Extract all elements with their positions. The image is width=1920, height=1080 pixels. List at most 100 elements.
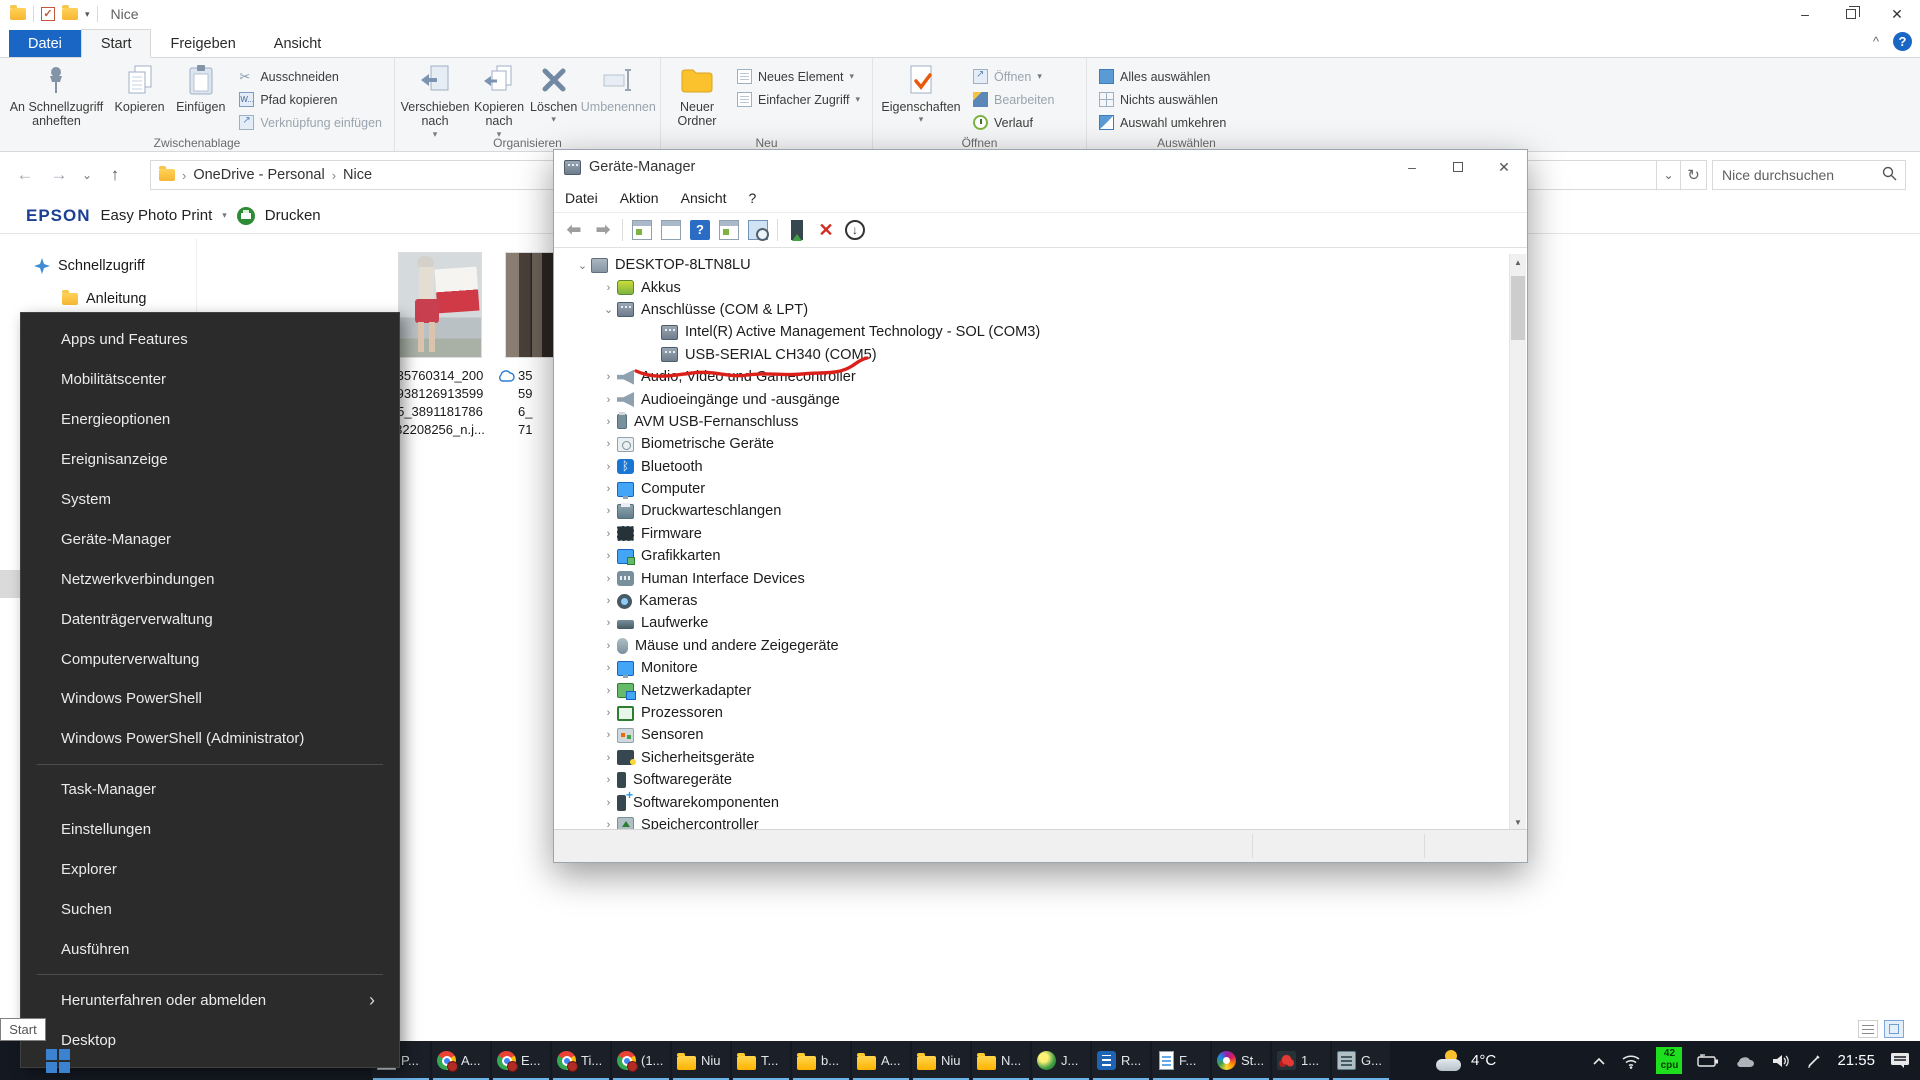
- menu-item[interactable]: [37, 974, 383, 975]
- sidebar-item-quick-access[interactable]: Schnellzugriff: [34, 258, 145, 274]
- select-all-button[interactable]: Alles auswählen: [1099, 67, 1226, 86]
- expand-arrow-icon[interactable]: ›: [600, 595, 617, 607]
- taskbar-button[interactable]: T...: [732, 1041, 790, 1080]
- breadcrumb-item-onedrive[interactable]: OneDrive - Personal: [193, 167, 324, 183]
- device-tree-item[interactable]: › Softwaregeräte: [554, 769, 1509, 791]
- sidebar-item-anleitung[interactable]: Anleitung: [62, 291, 146, 307]
- expand-arrow-icon[interactable]: ›: [600, 282, 617, 294]
- expand-arrow-icon[interactable]: ›: [600, 797, 617, 809]
- menu-item[interactable]: Datenträgerverwaltung: [21, 599, 399, 639]
- history-button[interactable]: Verlauf: [973, 113, 1054, 132]
- expand-arrow-icon[interactable]: ›: [600, 394, 617, 406]
- taskbar-button[interactable]: Niu: [672, 1041, 730, 1080]
- properties-check-icon[interactable]: ✓: [41, 7, 55, 21]
- forward-icon[interactable]: ➡: [593, 220, 613, 240]
- expand-arrow-icon[interactable]: ›: [600, 662, 617, 674]
- menu-item[interactable]: Ereignisanzeige: [21, 440, 399, 480]
- recent-locations-icon[interactable]: ⌄: [76, 168, 98, 182]
- action-center-icon[interactable]: [1890, 1052, 1910, 1069]
- device-tree-item[interactable]: › Biometrische Geräte: [554, 433, 1509, 455]
- device-tree-item[interactable]: › AVM USB-Fernanschluss: [554, 411, 1509, 433]
- expand-arrow-icon[interactable]: ›: [600, 528, 617, 540]
- taskbar-button[interactable]: A...: [432, 1041, 490, 1080]
- close-button[interactable]: ✕: [1874, 0, 1920, 28]
- volume-icon[interactable]: [1771, 1053, 1791, 1069]
- rename-button[interactable]: Umbenennen: [580, 61, 656, 115]
- expand-arrow-icon[interactable]: ›: [600, 729, 617, 741]
- device-tree-item[interactable]: › Laufwerke: [554, 612, 1509, 634]
- print-label[interactable]: Drucken: [265, 207, 321, 224]
- expand-arrow-icon[interactable]: ›: [600, 640, 617, 652]
- maximize-button[interactable]: [1435, 150, 1481, 184]
- menu-ansicht[interactable]: Ansicht: [670, 190, 738, 206]
- tab-file[interactable]: Datei: [9, 30, 81, 57]
- scrollbar[interactable]: ▲ ▼: [1509, 254, 1526, 831]
- expand-arrow-icon[interactable]: ›: [600, 416, 617, 428]
- taskbar-button[interactable]: J...: [1032, 1041, 1090, 1080]
- expand-arrow-icon[interactable]: ›: [600, 707, 617, 719]
- console-tree-icon[interactable]: [632, 220, 652, 240]
- restore-button[interactable]: [1828, 0, 1874, 28]
- taskbar-button[interactable]: A...: [852, 1041, 910, 1080]
- tab-share[interactable]: Freigeben: [151, 30, 254, 57]
- customize-qat-caret-icon[interactable]: ▾: [85, 9, 90, 20]
- expand-arrow-icon[interactable]: ›: [600, 438, 617, 450]
- taskbar-button[interactable]: E...: [492, 1041, 550, 1080]
- menu-item[interactable]: Herunterfahren oder abmelden ›: [21, 980, 399, 1020]
- minimize-button[interactable]: –: [1782, 0, 1828, 28]
- menu-item[interactable]: Task-Manager: [21, 770, 399, 810]
- expand-arrow-icon[interactable]: ⌄: [600, 303, 617, 316]
- expand-arrow-icon[interactable]: ›: [600, 371, 617, 383]
- menu-help[interactable]: ?: [738, 190, 768, 206]
- new-item-button[interactable]: Neues Element ▾: [737, 67, 860, 86]
- new-folder-button[interactable]: Neuer Ordner: [665, 61, 729, 130]
- menu-item[interactable]: Energieoptionen: [21, 400, 399, 440]
- up-icon[interactable]: ↑: [98, 165, 132, 185]
- new-folder-icon[interactable]: [62, 8, 78, 20]
- paste-button[interactable]: Einfügen: [170, 61, 231, 115]
- device-tree-item[interactable]: › Grafikkarten: [554, 545, 1509, 567]
- device-tree-item[interactable]: Intel(R) Active Management Technology - …: [554, 321, 1509, 343]
- open-button[interactable]: Öffnen ▾: [973, 67, 1054, 86]
- forward-icon[interactable]: →: [42, 165, 76, 185]
- uninstall-device-icon[interactable]: ✕: [816, 220, 836, 240]
- taskbar-button[interactable]: R...: [1092, 1041, 1150, 1080]
- expand-arrow-icon[interactable]: ›: [600, 483, 617, 495]
- expand-arrow-icon[interactable]: ›: [600, 685, 617, 697]
- action-pane-icon[interactable]: [719, 220, 739, 240]
- menu-item[interactable]: Suchen: [21, 889, 399, 929]
- refresh-icon[interactable]: ↻: [1681, 160, 1707, 190]
- device-tree-item[interactable]: ⌄ Anschlüsse (COM & LPT): [554, 299, 1509, 321]
- expand-arrow-icon[interactable]: ›: [600, 461, 617, 473]
- help-icon[interactable]: ?: [690, 220, 710, 240]
- taskbar-button[interactable]: Niu: [912, 1041, 970, 1080]
- battery-icon[interactable]: [1697, 1054, 1719, 1068]
- device-tree-item[interactable]: › Mäuse und andere Zeigegeräte: [554, 635, 1509, 657]
- select-none-button[interactable]: Nichts auswählen: [1099, 90, 1226, 109]
- move-to-button[interactable]: Verschieben nach ▾: [399, 61, 471, 140]
- device-tree-item[interactable]: › Bluetooth: [554, 456, 1509, 478]
- expand-arrow-icon[interactable]: ›: [600, 505, 617, 517]
- clock[interactable]: 21:55: [1837, 1052, 1875, 1069]
- cpu-monitor-badge[interactable]: 42 cpu: [1656, 1047, 1682, 1074]
- taskbar-button[interactable]: Ti...: [552, 1041, 610, 1080]
- device-tree-item[interactable]: › Sensoren: [554, 724, 1509, 746]
- breadcrumb-item-nice[interactable]: Nice: [343, 167, 372, 183]
- menu-item[interactable]: Einstellungen: [21, 810, 399, 850]
- menu-item[interactable]: System: [21, 480, 399, 520]
- menu-item[interactable]: Windows PowerShell: [21, 679, 399, 719]
- device-tree-item[interactable]: › Akkus: [554, 276, 1509, 298]
- collapse-ribbon-icon[interactable]: ^: [1873, 34, 1879, 49]
- menu-item[interactable]: Netzwerkverbindungen: [21, 559, 399, 599]
- file-thumbnail[interactable]: [398, 252, 482, 358]
- menu-item[interactable]: Geräte-Manager: [21, 519, 399, 559]
- device-tree-item[interactable]: › Audio, Video und Gamecontroller: [554, 366, 1509, 388]
- show-hidden-icons-chevron[interactable]: [1592, 1056, 1606, 1066]
- menu-item[interactable]: Apps und Features: [21, 320, 399, 360]
- menu-item[interactable]: Explorer: [21, 850, 399, 890]
- expand-arrow-icon[interactable]: ›: [600, 573, 617, 585]
- copy-button[interactable]: Kopieren: [109, 61, 170, 115]
- wifi-icon[interactable]: [1621, 1052, 1641, 1069]
- taskbar-button[interactable]: b...: [792, 1041, 850, 1080]
- device-tree-item[interactable]: › Monitore: [554, 657, 1509, 679]
